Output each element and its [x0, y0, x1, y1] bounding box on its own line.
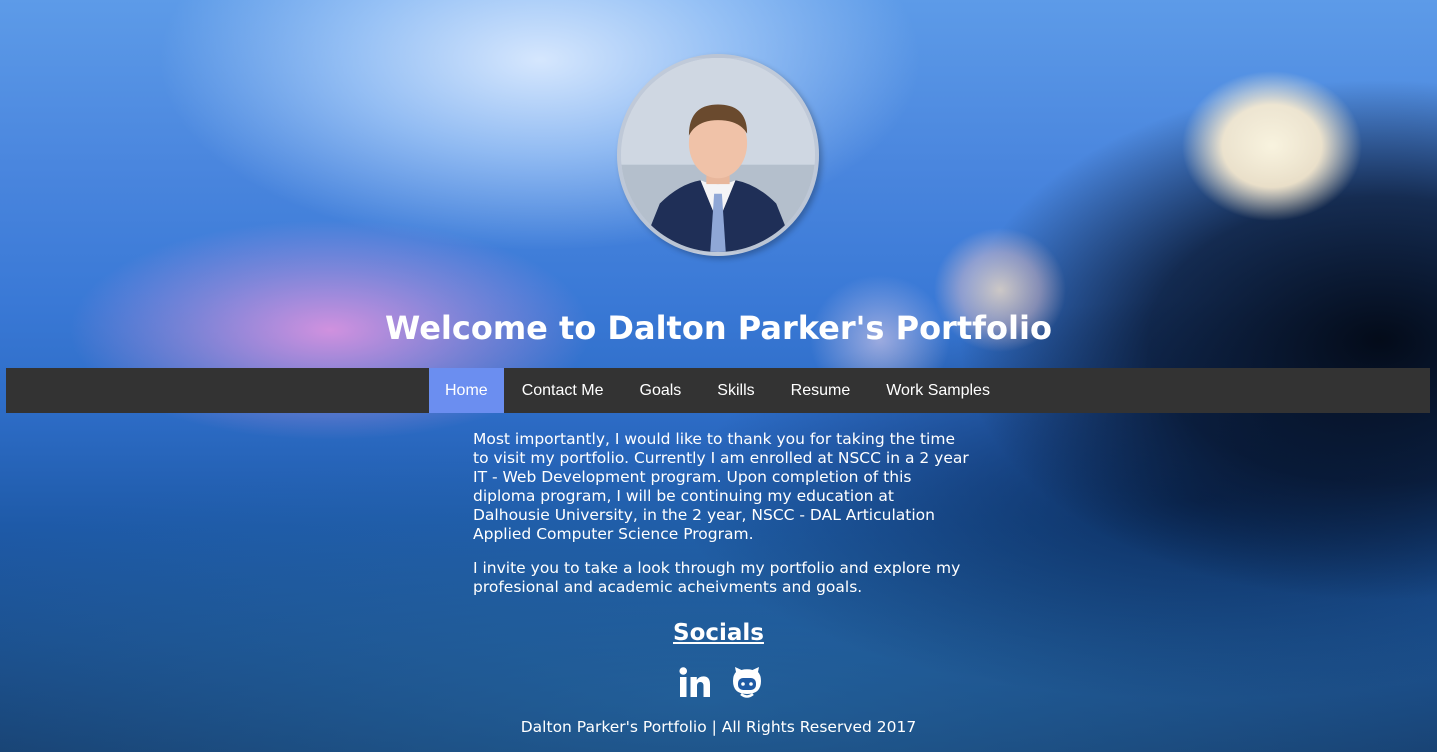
intro-content: Most importantly, I would like to thank … — [473, 430, 973, 612]
github-link[interactable] — [729, 665, 765, 701]
intro-paragraph: Most importantly, I would like to thank … — [473, 430, 969, 543]
linkedin-link[interactable] — [677, 665, 713, 701]
profile-photo — [617, 54, 819, 256]
footer-text: Dalton Parker's Portfolio | All Rights R… — [520, 718, 917, 736]
linkedin-icon — [679, 667, 710, 697]
nav-list: Home Contact Me Goals Skills Resume Work… — [429, 368, 1008, 413]
nav-item-contact-me[interactable]: Contact Me — [504, 368, 622, 413]
profile-photo-image — [621, 58, 815, 252]
github-icon — [733, 667, 761, 698]
nav-item-skills[interactable]: Skills — [699, 368, 772, 413]
nav-item-resume[interactable]: Resume — [773, 368, 869, 413]
invite-paragraph: I invite you to take a look through my p… — [473, 559, 961, 596]
socials-heading: Socials — [673, 620, 764, 646]
main-navbar: Home Contact Me Goals Skills Resume Work… — [6, 368, 1430, 413]
nav-item-home[interactable]: Home — [429, 368, 504, 413]
nav-item-work-samples[interactable]: Work Samples — [868, 368, 1008, 413]
social-icons — [677, 664, 765, 702]
nav-item-goals[interactable]: Goals — [622, 368, 700, 413]
page-title: Welcome to Dalton Parker's Portfolio — [385, 309, 1052, 347]
